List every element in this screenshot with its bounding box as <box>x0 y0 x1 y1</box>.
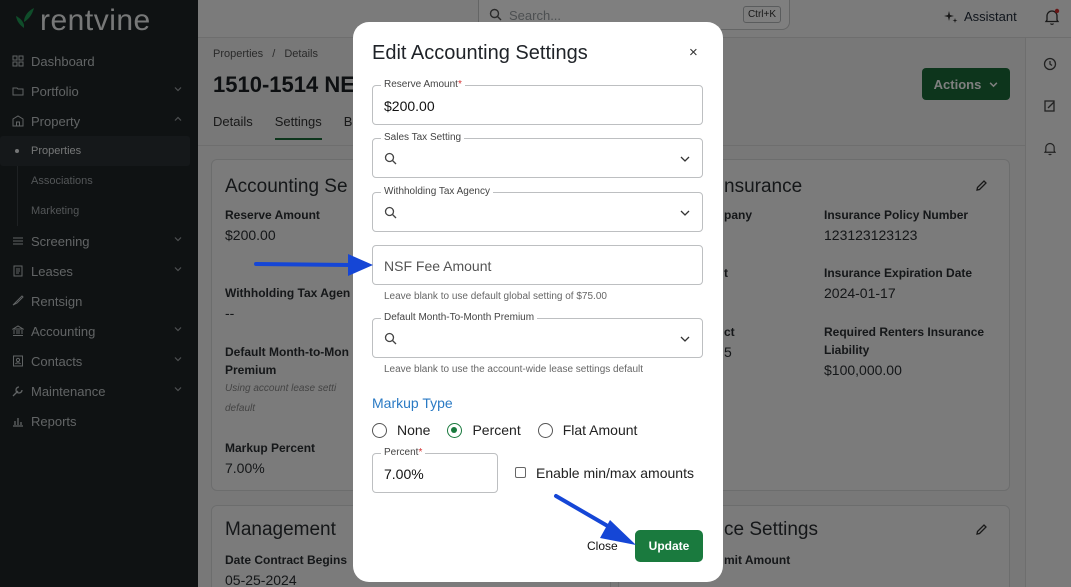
radio-percent[interactable] <box>447 422 463 438</box>
field-label: Sales Tax Setting <box>381 132 465 143</box>
radio-label-percent[interactable]: Percent <box>472 422 520 438</box>
field-label-text: Percent <box>384 447 419 458</box>
markup-type-radio-group: None Percent Flat Amount <box>372 422 654 438</box>
nsf-fee-placeholder: NSF Fee Amount <box>384 258 492 274</box>
reserve-amount-value: $200.00 <box>384 98 435 114</box>
radio-label-none[interactable]: None <box>397 422 430 438</box>
percent-input[interactable]: Percent* 7.00% <box>372 447 498 493</box>
required-marker: * <box>418 447 423 458</box>
markup-type-title: Markup Type <box>372 395 453 411</box>
withholding-tax-agency-select[interactable]: Withholding Tax Agency <box>372 186 703 232</box>
chevron-down-icon <box>680 336 690 342</box>
close-icon[interactable]: × <box>689 44 698 61</box>
close-button[interactable]: Close <box>587 539 618 553</box>
percent-value: 7.00% <box>384 466 424 482</box>
radio-label-flat-amount[interactable]: Flat Amount <box>563 422 638 438</box>
sales-tax-select[interactable]: Sales Tax Setting <box>372 132 703 178</box>
nsf-fee-amount-input[interactable]: NSF Fee Amount <box>372 245 703 285</box>
chevron-down-icon <box>680 156 690 162</box>
required-marker: * <box>457 79 462 90</box>
enable-minmax-checkbox[interactable] <box>515 467 526 478</box>
search-icon <box>384 332 397 345</box>
reserve-amount-field[interactable]: Reserve Amount* $200.00 <box>372 79 703 125</box>
update-button[interactable]: Update <box>635 530 703 562</box>
nsf-fee-hint: Leave blank to use default global settin… <box>384 291 607 302</box>
search-icon <box>384 206 397 219</box>
enable-minmax-label[interactable]: Enable min/max amounts <box>536 465 694 481</box>
modal-title: Edit Accounting Settings <box>372 42 588 64</box>
field-label: Default Month-To-Month Premium <box>381 312 538 323</box>
search-icon <box>384 152 397 165</box>
radio-none[interactable] <box>372 422 387 438</box>
chevron-down-icon <box>680 210 690 216</box>
field-label: Percent* <box>381 447 426 458</box>
field-label-text: Reserve Amount <box>384 79 458 90</box>
mtm-premium-select[interactable]: Default Month-To-Month Premium <box>372 312 703 358</box>
field-label: Reserve Amount* <box>381 79 465 90</box>
mtm-premium-hint: Leave blank to use the account-wide leas… <box>384 364 644 375</box>
field-label: Withholding Tax Agency <box>381 186 493 197</box>
radio-flat-amount[interactable] <box>537 422 553 438</box>
edit-accounting-settings-modal: Edit Accounting Settings × Reserve Amoun… <box>353 22 723 582</box>
